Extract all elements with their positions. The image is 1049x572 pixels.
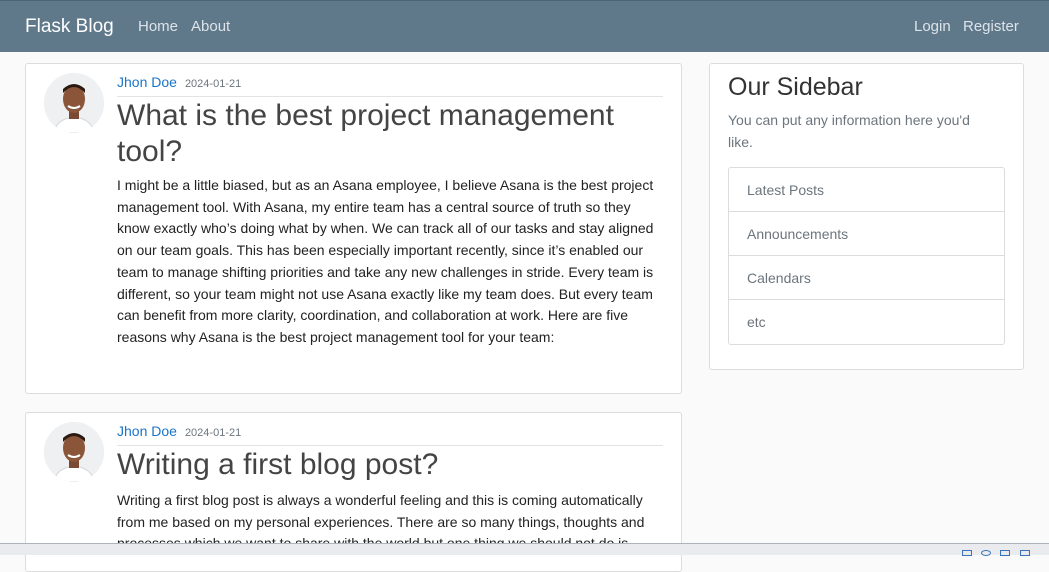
screen-icon[interactable] — [1020, 550, 1030, 556]
author-link[interactable]: Jhon Doe — [117, 74, 177, 90]
post-meta: Jhon Doe 2024-01-21 — [117, 423, 663, 446]
sidebar-text: You can put any information here you'd l… — [728, 112, 970, 150]
nav-link-about[interactable]: About — [191, 18, 230, 35]
sidebar: Our Sidebar You can put any information … — [709, 63, 1024, 370]
post-card: Jhon Doe 2024-01-21 What is the best proj… — [25, 63, 682, 394]
sidebar-item-etc[interactable]: etc — [729, 300, 1004, 344]
sidebar-item-announcements[interactable]: Announcements — [729, 212, 1004, 256]
navbar: Flask Blog Home About Login Register — [0, 0, 1049, 52]
post-title[interactable]: Writing a first blog post? — [117, 447, 663, 483]
profile-photo-icon — [44, 422, 104, 482]
post-title[interactable]: What is the best project management tool… — [117, 98, 663, 170]
post-content: I might be a little biased, but as an As… — [117, 177, 654, 345]
post-date: 2024-01-21 — [184, 78, 242, 90]
sidebar-item-latest-posts[interactable]: Latest Posts — [729, 168, 1004, 212]
brand-link[interactable]: Flask Blog — [25, 16, 114, 38]
status-strip — [0, 543, 1049, 556]
nav-link-register[interactable]: Register — [963, 18, 1019, 35]
globe-icon[interactable] — [981, 550, 991, 556]
nav-link-home[interactable]: Home — [138, 18, 178, 35]
sidebar-list: Latest Posts Announcements Calendars etc — [728, 167, 1005, 345]
folder-icon[interactable] — [1000, 550, 1010, 556]
sidebar-item-calendars[interactable]: Calendars — [729, 256, 1004, 300]
sidebar-title: Our Sidebar — [728, 73, 863, 101]
profile-photo-icon — [44, 73, 104, 133]
window-icon[interactable] — [962, 550, 972, 556]
post-date: 2024-01-21 — [184, 427, 242, 439]
post-meta: Jhon Doe 2024-01-21 — [117, 74, 663, 97]
author-link[interactable]: Jhon Doe — [117, 423, 177, 439]
nav-link-login[interactable]: Login — [914, 18, 951, 35]
